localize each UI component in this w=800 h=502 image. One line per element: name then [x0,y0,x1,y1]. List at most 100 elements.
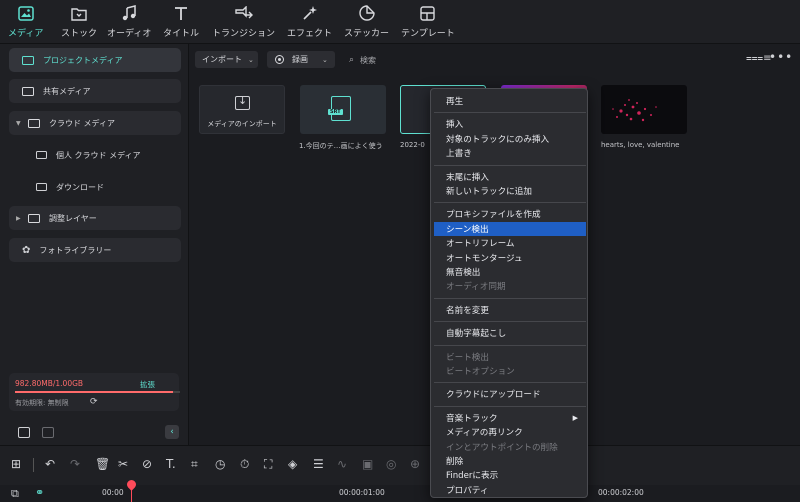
menu-separator [434,112,586,114]
toolbar-stock[interactable]: ストック [61,4,97,42]
delete-icon[interactable]: 🗑︎ [95,457,110,471]
collapse-sidebar-button[interactable]: ‹ [165,425,179,439]
sidebar-item-label: クラウド メディア [49,118,115,128]
sidebar-item-photo-library[interactable]: ✿ フォトライブラリー [9,238,181,262]
context-menu-item[interactable]: シーン検出 [434,221,586,236]
toolbar-template[interactable]: テンプレート [401,4,455,42]
timer-icon[interactable]: ⏱ [240,457,249,472]
timecode-start: 00:00 [102,488,124,497]
sidebar-item-cloud-media[interactable]: ▼ クラウド メディア [9,111,181,135]
import-tile-label: メディアのインポート [207,120,277,128]
folder-icon [28,118,40,128]
toolbar-title[interactable]: タイトル [163,4,199,42]
menu-separator [434,382,586,384]
link-icon[interactable]: ⚭ [35,486,44,499]
refresh-icon[interactable]: ⟳ [90,397,98,407]
storage-expiry: 有効期限: 無制限 [15,399,69,407]
storage-progress-bar [15,391,180,393]
crop-icon[interactable]: ⌗ [191,457,198,472]
freeze-frame-icon[interactable]: ▣ [362,457,373,471]
playhead-line [131,488,132,502]
stabilize-icon[interactable]: ◎ [386,457,396,471]
context-menu-item[interactable]: 削除 [434,454,586,468]
sidebar-item-personal-cloud[interactable]: 個人 クラウド メディア [36,146,141,164]
search-icon: ⌕ [349,55,355,65]
storage-used: 982.80MB/1.00GB [15,379,84,388]
context-menu-item[interactable]: クラウドにアップロード [434,387,586,401]
add-track-icon[interactable]: ⧉ [11,487,19,501]
template-icon [419,4,437,22]
redo-icon[interactable]: ↷ [70,457,80,471]
context-menu-item[interactable]: メディアの再リンク [434,425,586,439]
move-folder-icon[interactable] [42,427,54,438]
undo-icon[interactable]: ↶ [45,457,55,471]
sidebar-item-project-media[interactable]: プロジェクトメディア [9,48,181,72]
context-menu-item-label: 挿入 [446,120,464,131]
search-input[interactable]: ⌕ 検索 [349,52,376,68]
photo-library-icon: ✿ [22,244,31,256]
toolbar-effect[interactable]: エフェクト [287,4,332,42]
context-menu-item[interactable]: プロキシファイルを作成 [434,207,586,221]
download-icon [235,94,250,110]
context-menu-item-label: 末尾に挿入 [446,172,489,183]
context-menu-item-label: 再生 [446,97,464,107]
context-menu-item[interactable]: 無音検出 [434,265,586,279]
caret-down-icon[interactable]: ▼ [16,120,22,127]
import-label: インポート [202,55,242,64]
effect-sparkle-icon [301,4,319,22]
context-menu-item[interactable]: 再生 [434,94,586,108]
context-menu-item[interactable]: 自動字幕起こし [434,326,586,340]
import-dropdown[interactable]: インポート ⌄ [195,51,258,68]
sticker-icon [358,4,376,22]
detach-icon[interactable]: ⊕ [410,457,420,471]
toolbar-label: タイトル [163,29,200,39]
import-media-tile[interactable]: メディアのインポート [199,85,285,134]
sidebar-item-download[interactable]: ダウンロード [36,178,104,196]
media-item-label: hearts, love, valentine [601,141,680,149]
text-icon[interactable]: T. [166,457,176,471]
toolbar-media[interactable]: メディア [8,4,43,42]
hearts-preview [612,99,657,122]
music-note-icon [120,4,138,22]
scissors-icon[interactable]: ✂ [118,457,128,471]
tag-icon[interactable]: ⊘ [142,457,152,471]
sidebar-item-adjustment-layer[interactable]: ▶ 調整レイヤー [9,206,181,230]
filter-icon[interactable]: ⩶≡ [746,53,772,64]
auto-reframe-icon[interactable]: ⛶ [264,457,272,472]
sidebar-item-label: ダウンロード [56,182,104,192]
context-menu-item[interactable]: オートリフレーム [434,236,586,250]
context-menu-item[interactable]: 名前を変更 [434,303,586,317]
media-item-hearts[interactable] [601,85,687,134]
toolbar-sticker[interactable]: ステッカー [344,4,389,42]
context-menu-item[interactable]: 末尾に挿入 [434,170,586,184]
context-menu-item-label: 音楽トラック [446,413,498,424]
media-item-srt[interactable]: SRT [300,85,386,134]
audio-wave-icon[interactable]: ∿ [337,457,347,471]
context-menu-item-label: 無音検出 [446,268,481,278]
folder-icon [28,213,40,223]
context-menu-item: ビート検出 [434,350,586,364]
sidebar-item-shared-media[interactable]: 共有メディア [9,79,181,103]
context-menu-item[interactable]: 上書き [434,146,586,160]
context-menu-item[interactable]: プロパティ [434,483,586,497]
context-menu-item-label: オーディオ同期 [446,282,506,293]
context-menu-item[interactable]: 音楽トラック ▶ [434,411,586,425]
context-menu-item[interactable]: 挿入 [434,117,586,131]
context-menu-item[interactable]: 対象のトラックにのみ挿入 [434,132,586,146]
toolbar-audio[interactable]: オーディオ [107,4,151,42]
adjust-icon[interactable]: ☰ [313,457,324,471]
record-dropdown[interactable]: 録画 ⌄ [267,51,335,68]
context-menu-item-label: Finderに表示 [446,471,499,482]
expand-storage-link[interactable]: 拡張 [140,379,155,390]
caret-right-icon[interactable]: ▶ [16,215,22,222]
more-icon[interactable]: ••• [769,50,793,64]
context-menu-item[interactable]: 新しいトラックに追加 [434,184,586,198]
new-folder-icon[interactable] [18,427,30,438]
context-menu-item[interactable]: オートモンタージュ [434,251,586,265]
toolbar-transition[interactable]: トランジション [212,4,275,42]
title-t-icon [172,4,190,22]
color-icon[interactable]: ◈ [288,457,297,471]
speed-icon[interactable]: ◷ [215,457,225,471]
context-menu-item[interactable]: Finderに表示 [434,468,586,482]
layout-grid-icon[interactable]: ⊞ [11,457,21,471]
